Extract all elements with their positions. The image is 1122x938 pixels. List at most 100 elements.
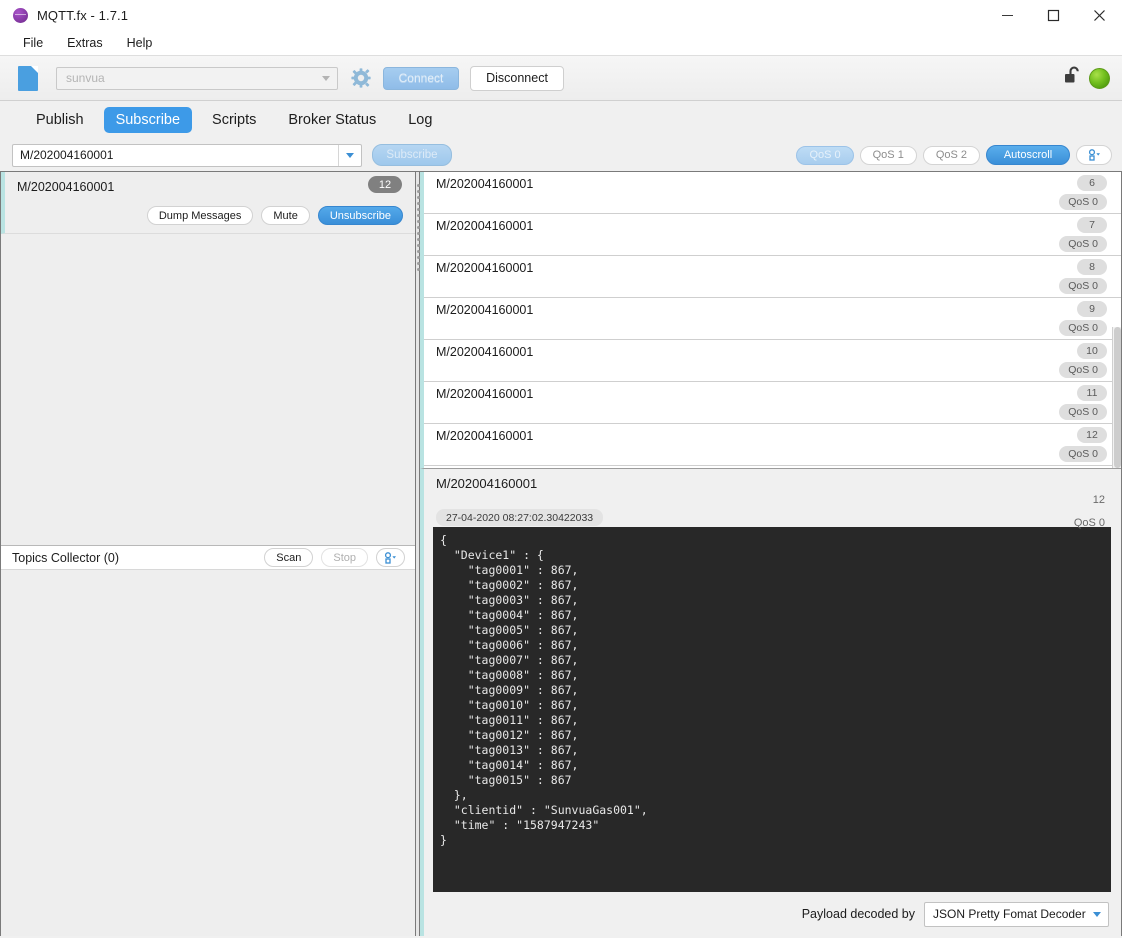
subscribe-options-button[interactable] xyxy=(1076,145,1112,165)
message-index-badge: 12 xyxy=(1077,427,1107,443)
payload-decoder-value: JSON Pretty Fomat Decoder xyxy=(933,907,1086,921)
decoder-chevron-down-icon[interactable] xyxy=(1086,904,1108,925)
maximize-icon xyxy=(1047,9,1059,21)
message-index-badge: 10 xyxy=(1077,343,1107,359)
detail-topic: M/202004160001 xyxy=(436,476,538,491)
menu-item-help[interactable]: Help xyxy=(117,34,163,52)
message-row[interactable]: M/202004160001 7 QoS 0 xyxy=(424,214,1121,256)
collector-scan-button[interactable]: Scan xyxy=(264,548,314,567)
tab-log[interactable]: Log xyxy=(396,107,444,133)
tab-publish[interactable]: Publish xyxy=(24,107,96,133)
menu-bar: File Extras Help xyxy=(0,31,1122,56)
topics-collector-body xyxy=(1,570,415,936)
topic-history-chevron-down-icon[interactable] xyxy=(339,145,361,166)
subscribed-topic-actions: Dump Messages Mute Unsubscribe xyxy=(146,206,403,225)
message-index-badge: 7 xyxy=(1077,217,1107,233)
message-qos-badge: QoS 0 xyxy=(1059,278,1107,294)
received-messages-list[interactable]: M/202004160001 6 QoS 0 M/202004160001 7 … xyxy=(420,172,1121,468)
collector-stop-button[interactable]: Stop xyxy=(321,548,368,567)
subscribed-topic-count-badge: 12 xyxy=(368,176,402,193)
qos-1-button[interactable]: QoS 1 xyxy=(859,145,917,165)
window-title: MQTT.fx - 1.7.1 xyxy=(37,7,129,23)
message-topic: M/202004160001 xyxy=(436,261,534,275)
connection-profile-select[interactable]: sunvua xyxy=(56,66,338,90)
mute-button[interactable]: Mute xyxy=(261,206,310,225)
tab-broker-status[interactable]: Broker Status xyxy=(276,107,388,133)
mqttfx-window: MQTT.fx - 1.7.1 File Extras Help sunvua … xyxy=(0,0,1122,938)
tab-bar: Publish Subscribe Scripts Broker Status … xyxy=(0,101,1122,139)
subscribe-topic-input[interactable]: M/202004160001 xyxy=(12,143,362,167)
message-row[interactable]: M/202004160001 11 QoS 0 xyxy=(424,382,1121,424)
payload-viewer[interactable]: { "Device1" : { "tag0001" : 867, "tag000… xyxy=(433,527,1111,892)
message-row[interactable]: M/202004160001 8 QoS 0 xyxy=(424,256,1121,298)
settings-dropdown-icon xyxy=(384,551,396,564)
autoscroll-toggle[interactable]: Autoscroll xyxy=(986,145,1070,165)
main-split-pane: M/202004160001 12 Dump Messages Mute Uns… xyxy=(0,171,1122,936)
maximize-button[interactable] xyxy=(1030,0,1076,31)
tab-scripts[interactable]: Scripts xyxy=(200,107,268,133)
subscribed-topics-list: M/202004160001 12 Dump Messages Mute Uns… xyxy=(1,172,415,545)
message-row[interactable]: M/202004160001 10 QoS 0 xyxy=(424,340,1121,382)
connection-profile-value: sunvua xyxy=(66,71,105,85)
close-icon xyxy=(1093,9,1105,21)
connect-button[interactable]: Connect xyxy=(383,66,459,90)
message-topic: M/202004160001 xyxy=(436,219,534,233)
unsubscribe-button[interactable]: Unsubscribe xyxy=(317,206,403,225)
connection-status-led xyxy=(1089,67,1110,89)
message-index-badge: 11 xyxy=(1077,385,1107,401)
qos-2-button[interactable]: QoS 2 xyxy=(922,145,980,165)
message-topic: M/202004160001 xyxy=(436,387,534,401)
payload-decoder-select[interactable]: JSON Pretty Fomat Decoder xyxy=(924,901,1109,927)
message-qos-badge: QoS 0 xyxy=(1059,320,1107,336)
subscribed-topic-item[interactable]: M/202004160001 12 Dump Messages Mute Uns… xyxy=(1,172,415,234)
message-qos-badge: QoS 0 xyxy=(1059,404,1107,420)
gear-icon xyxy=(350,68,371,88)
collector-options-button[interactable] xyxy=(376,548,405,567)
message-topic: M/202004160001 xyxy=(436,345,534,359)
message-qos-badge: QoS 0 xyxy=(1059,236,1107,252)
title-bar: MQTT.fx - 1.7.1 xyxy=(0,0,1122,31)
topics-collector-title: Topics Collector (0) xyxy=(12,550,119,565)
message-row[interactable]: M/202004160001 9 QoS 0 xyxy=(424,298,1121,340)
payload-decoder-bar: Payload decoded by JSON Pretty Fomat Dec… xyxy=(424,892,1121,936)
tab-subscribe[interactable]: Subscribe xyxy=(103,107,193,133)
subscriptions-panel: M/202004160001 12 Dump Messages Mute Uns… xyxy=(0,171,415,936)
detail-qos: QoS 0 xyxy=(1073,517,1105,529)
payload-decoder-label: Payload decoded by xyxy=(801,907,915,921)
message-row[interactable]: M/202004160001 6 QoS 0 xyxy=(424,172,1121,214)
detail-timestamp: 27-04-2020 08:27:02.30422033 xyxy=(436,509,604,526)
connection-toolbar: sunvua Connect Disconnect xyxy=(0,56,1122,101)
qos-0-button[interactable]: QoS 0 xyxy=(796,145,854,165)
topics-collector-header: Topics Collector (0) Scan Stop xyxy=(1,545,415,570)
subscribe-button[interactable]: Subscribe xyxy=(372,144,452,166)
message-detail-header: M/202004160001 12 QoS 0 27-04-2020 08:27… xyxy=(424,469,1121,529)
message-qos-badge: QoS 0 xyxy=(1059,194,1107,210)
document-icon[interactable] xyxy=(18,65,38,91)
subscribe-toolbar: M/202004160001 Subscribe QoS 0 QoS 1 QoS… xyxy=(0,139,1122,171)
subscribed-topic-name: M/202004160001 xyxy=(17,180,115,194)
message-qos-badge: QoS 0 xyxy=(1059,446,1107,462)
message-qos-badge: QoS 0 xyxy=(1059,362,1107,378)
close-button[interactable] xyxy=(1076,0,1122,31)
menu-item-file[interactable]: File xyxy=(13,34,53,52)
message-index-badge: 9 xyxy=(1077,301,1107,317)
chevron-down-icon[interactable] xyxy=(315,68,337,89)
message-index-badge: 6 xyxy=(1077,175,1107,191)
messages-scrollbar-thumb[interactable] xyxy=(1114,327,1121,468)
disconnect-button[interactable]: Disconnect xyxy=(470,65,564,91)
mqttfx-logo-icon xyxy=(13,7,28,23)
minimize-button[interactable] xyxy=(984,0,1030,31)
subscribe-topic-value: M/202004160001 xyxy=(20,148,114,162)
unlocked-padlock-icon xyxy=(1063,65,1084,92)
message-index-badge: 8 xyxy=(1077,259,1107,275)
message-topic: M/202004160001 xyxy=(436,429,534,443)
menu-item-extras[interactable]: Extras xyxy=(57,34,112,52)
messages-panel: M/202004160001 6 QoS 0 M/202004160001 7 … xyxy=(420,171,1122,936)
message-topic: M/202004160001 xyxy=(436,303,534,317)
connection-settings-button[interactable] xyxy=(350,68,371,89)
settings-dropdown-icon xyxy=(1088,149,1100,161)
messages-scrollbar[interactable] xyxy=(1112,327,1121,468)
detail-index: 12 xyxy=(1092,494,1105,506)
dump-messages-button[interactable]: Dump Messages xyxy=(146,206,254,225)
message-row[interactable]: M/202004160001 12 QoS 0 xyxy=(424,424,1121,466)
